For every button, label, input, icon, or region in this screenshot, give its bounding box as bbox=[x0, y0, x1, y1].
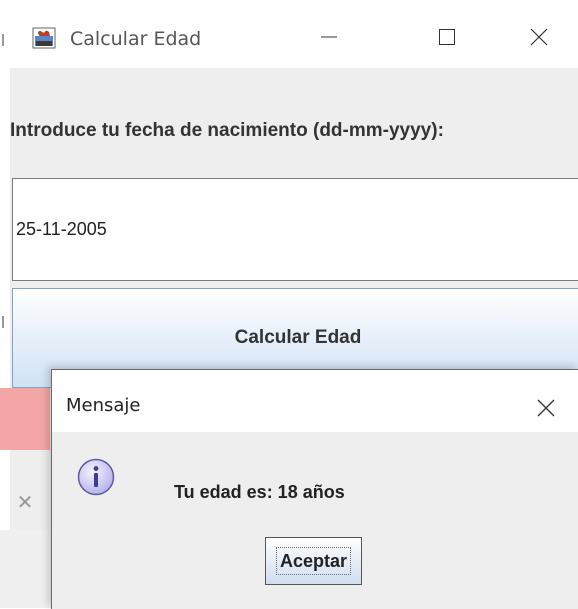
background-close-icon: ✕ bbox=[16, 492, 34, 514]
java-cup-icon bbox=[32, 27, 56, 49]
close-button[interactable] bbox=[516, 18, 562, 56]
age-result-message: Tu edad es: 18 años bbox=[174, 482, 345, 502]
close-icon bbox=[530, 28, 548, 46]
info-icon bbox=[77, 458, 115, 496]
dialog-title-bar: Mensaje bbox=[52, 370, 578, 432]
window-edge-mark bbox=[2, 34, 4, 46]
title-bar: Calcular Edad bbox=[10, 0, 578, 68]
dialog-close-button[interactable] bbox=[524, 388, 568, 428]
accept-button-label: Aceptar bbox=[275, 547, 352, 575]
accept-button[interactable]: Aceptar bbox=[265, 537, 362, 585]
close-icon bbox=[537, 399, 555, 417]
background-panel-lower bbox=[0, 530, 50, 608]
dialog-title: Mensaje bbox=[66, 395, 141, 416]
background-strip bbox=[0, 0, 10, 608]
minimize-icon bbox=[321, 36, 337, 38]
message-dialog: Mensaje Tu edad es: 18 años Aceptar bbox=[51, 369, 578, 609]
maximize-icon bbox=[439, 29, 455, 45]
maximize-button[interactable] bbox=[424, 18, 470, 56]
date-prompt-label: Introduce tu fecha de nacimiento (dd-mm-… bbox=[10, 120, 444, 141]
background-panel bbox=[0, 388, 50, 450]
minimize-button[interactable] bbox=[306, 18, 352, 56]
window-title: Calcular Edad bbox=[70, 28, 202, 50]
window-edge-mark bbox=[2, 316, 4, 328]
birthdate-input[interactable] bbox=[12, 178, 578, 281]
